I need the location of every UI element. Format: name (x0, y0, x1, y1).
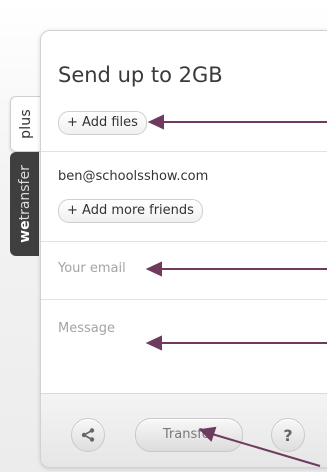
annotation-arrows (145, 114, 327, 467)
